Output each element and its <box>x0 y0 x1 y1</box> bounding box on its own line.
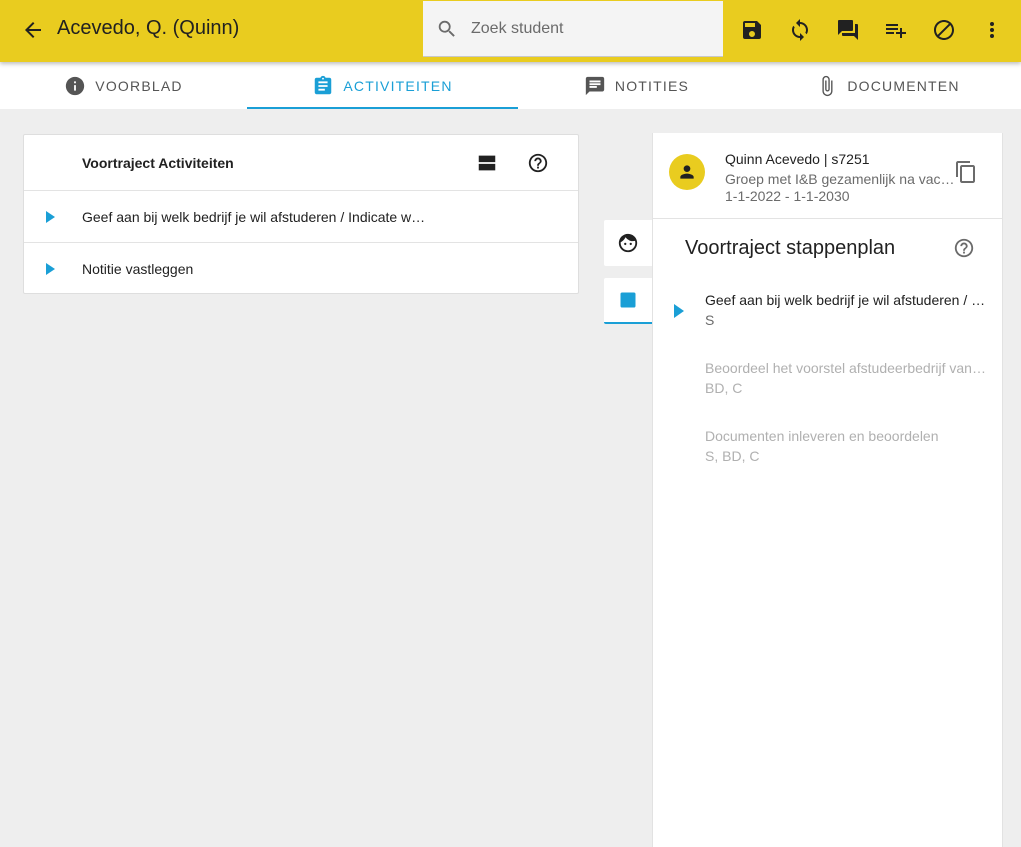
activity-label: Notitie vastleggen <box>82 261 194 277</box>
face-icon <box>618 233 638 253</box>
play-arrow-icon <box>674 304 684 318</box>
plan-help-button[interactable] <box>951 235 977 261</box>
paperclip-icon <box>822 75 833 96</box>
back-button[interactable] <box>19 16 47 44</box>
tab-notities-label: NOTITIES <box>614 77 690 94</box>
side-tab-steps[interactable] <box>604 278 652 324</box>
step-label: Geef aan bij welk bedrijf je wil afstude… <box>705 292 987 308</box>
activity-label: Geef aan bij welk bedrijf je wil afstude… <box>82 209 432 225</box>
step-roles: S, BD, C <box>705 448 760 464</box>
activities-title: Voortraject Activiteiten <box>82 155 234 171</box>
search-input[interactable] <box>471 19 701 38</box>
tab-activiteiten-label: ACTIVITEITEN <box>343 77 453 94</box>
student-group: Groep met I&B gezamenlijk na vacature <box>725 171 955 187</box>
tab-bar: VOORBLAD ACTIVITEITEN NOTITIES DOCUMENTE… <box>0 62 1021 109</box>
tab-voorblad[interactable]: VOORBLAD <box>0 62 247 109</box>
playlist-add-icon <box>886 24 906 38</box>
play-arrow-icon <box>46 263 55 275</box>
student-header: Quinn Acevedo | s7251 Groep met I&B geza… <box>653 133 1002 219</box>
more-vert-icon <box>990 22 994 38</box>
step-item[interactable]: Documenten inleveren en beoordelen S, BD… <box>653 428 1002 478</box>
avatar <box>669 154 705 190</box>
activities-card: Voortraject Activiteiten Geef aan bij we… <box>23 134 579 294</box>
play-arrow-icon <box>46 211 55 223</box>
tab-activiteiten[interactable]: ACTIVITEITEN <box>247 62 518 109</box>
tab-documenten-label: DOCUMENTEN <box>847 77 960 94</box>
page-title: Acevedo, Q. (Quinn) <box>57 17 240 39</box>
block-button[interactable] <box>930 16 958 44</box>
save-button[interactable] <box>738 16 766 44</box>
sync-icon <box>792 19 808 41</box>
steps-panel: Quinn Acevedo | s7251 Groep met I&B geza… <box>652 133 1003 847</box>
list-item[interactable]: Notitie vastleggen <box>24 243 578 295</box>
notes-icon <box>585 76 605 95</box>
playlist-add-button[interactable] <box>882 16 910 44</box>
chat-button[interactable] <box>834 16 862 44</box>
copy-button[interactable] <box>953 159 979 185</box>
plan-title: Voortraject stappenplan <box>685 237 896 259</box>
help-icon <box>954 238 974 258</box>
step-label: Documenten inleveren en beoordelen <box>705 428 939 444</box>
save-icon <box>743 21 761 39</box>
step-roles: S <box>705 312 715 328</box>
more-button[interactable] <box>978 16 1006 44</box>
step-roles: BD, C <box>705 380 743 396</box>
tab-notities[interactable]: NOTITIES <box>518 62 755 109</box>
copy-icon <box>956 161 975 183</box>
step-label: Beoordeel het voorstel afstudeerbedrijf … <box>705 360 987 376</box>
view-agenda-icon <box>478 155 496 171</box>
activities-help-button[interactable] <box>526 151 550 175</box>
tab-documenten[interactable]: DOCUMENTEN <box>755 62 1021 109</box>
person-icon <box>680 165 694 179</box>
tab-voorblad-label: VOORBLAD <box>95 77 183 94</box>
block-icon <box>934 20 954 40</box>
search-icon <box>438 20 455 37</box>
activities-card-header: Voortraject Activiteiten <box>24 135 578 191</box>
app-bar: Acevedo, Q. (Quinn) <box>0 0 1021 62</box>
arrow-left-icon <box>25 22 41 38</box>
help-icon <box>528 153 548 173</box>
stairs-icon <box>620 292 636 308</box>
side-tab-student[interactable] <box>604 220 652 266</box>
search-box[interactable] <box>423 1 723 57</box>
sync-button[interactable] <box>786 16 814 44</box>
clipboard-icon <box>315 75 332 94</box>
view-toggle-button[interactable] <box>475 151 499 175</box>
student-name: Quinn Acevedo | s7251 <box>725 151 870 167</box>
chat-icon <box>838 20 858 40</box>
list-item[interactable]: Geef aan bij welk bedrijf je wil afstude… <box>24 191 578 243</box>
step-item[interactable]: Beoordeel het voorstel afstudeerbedrijf … <box>653 360 1002 410</box>
step-item[interactable]: Geef aan bij welk bedrijf je wil afstude… <box>653 292 1002 342</box>
info-icon <box>66 76 85 95</box>
student-dates: 1-1-2022 - 1-1-2030 <box>725 188 850 204</box>
